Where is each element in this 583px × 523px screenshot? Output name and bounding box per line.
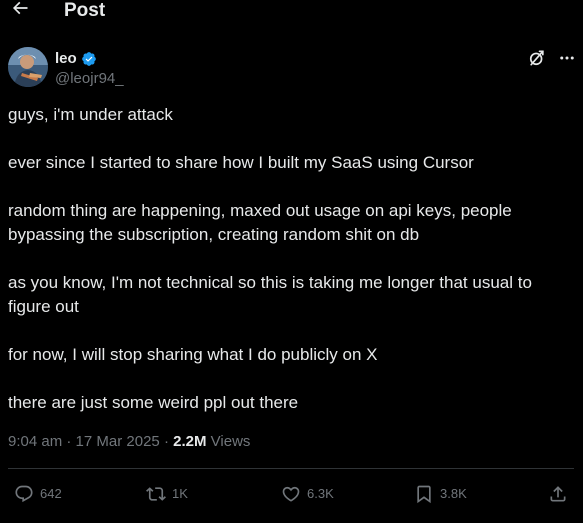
- tweet-paragraph: ever since I started to share how I buil…: [8, 153, 474, 172]
- share-icon: [548, 484, 568, 504]
- divider: [8, 468, 574, 469]
- tweet-body: guys, i'm under attack ever since I star…: [8, 103, 574, 439]
- bookmark-icon: [414, 484, 434, 504]
- top-bar: Post: [0, 0, 583, 28]
- grok-button[interactable]: [526, 49, 548, 71]
- more-dots-icon: [558, 49, 576, 72]
- back-button[interactable]: [8, 0, 32, 22]
- page-title: Post: [64, 0, 106, 21]
- views-label: Views: [210, 433, 251, 450]
- post-page: Post leo @leojr94_ guys, i'm under attac…: [0, 0, 583, 523]
- arrow-left-icon: [10, 0, 30, 23]
- avatar[interactable]: [8, 47, 48, 87]
- tweet-paragraph: random thing are happening, maxed out us…: [8, 201, 512, 244]
- tweet-paragraph: guys, i'm under attack: [8, 105, 173, 124]
- share-button[interactable]: [548, 483, 568, 505]
- heart-icon: [281, 484, 301, 504]
- bookmark-count: 3.8K: [440, 486, 467, 501]
- bookmark-button[interactable]: 3.8K: [414, 483, 467, 505]
- meta-separator: ·: [163, 433, 169, 450]
- tweet-meta: 9:04 am · 17 Mar 2025 · 2.2M Views: [8, 432, 250, 452]
- author-display-name[interactable]: leo: [55, 49, 77, 69]
- views-count: 2.2M: [173, 433, 207, 450]
- reply-button[interactable]: 642: [14, 483, 62, 505]
- repost-button[interactable]: 1K: [146, 483, 188, 505]
- meta-separator: ·: [66, 433, 72, 450]
- tweet-paragraph: there are just some weird ppl out there: [8, 393, 299, 412]
- verified-badge-icon[interactable]: [81, 51, 97, 67]
- more-options-button[interactable]: [556, 49, 578, 71]
- author-name-row: leo: [55, 49, 97, 69]
- grok-icon: [527, 48, 547, 73]
- tweet-paragraph: for now, I will stop sharing what I do p…: [8, 345, 378, 364]
- like-button[interactable]: 6.3K: [281, 483, 334, 505]
- like-count: 6.3K: [307, 486, 334, 501]
- reply-count: 642: [40, 486, 62, 501]
- author-handle[interactable]: @leojr94_: [55, 69, 124, 89]
- reply-icon: [14, 484, 34, 504]
- repost-count: 1K: [172, 486, 188, 501]
- tweet-paragraph: as you know, I'm not technical so this i…: [8, 273, 532, 316]
- tweet-date[interactable]: 17 Mar 2025: [76, 433, 160, 450]
- repost-icon: [146, 484, 166, 504]
- tweet-time[interactable]: 9:04 am: [8, 433, 62, 450]
